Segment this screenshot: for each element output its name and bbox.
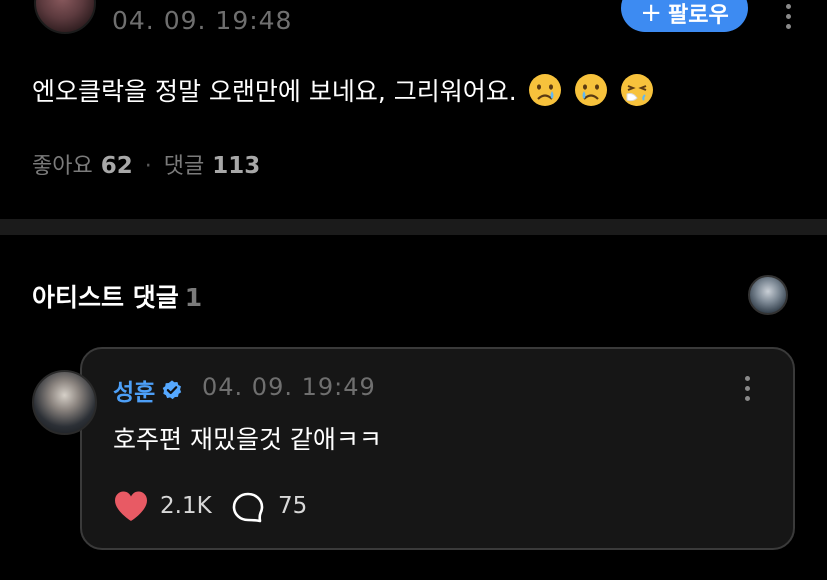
comment-text: 호주편 재밌을것 같애ㅋㅋ — [113, 425, 382, 454]
comment-author-name: 성훈 — [113, 380, 156, 406]
likes-label: 좋아요 — [32, 154, 93, 179]
post-text: 엔오클락을 정말 오랜만에 보네요, 그리워어요. — [32, 77, 517, 106]
artist-comments-title: 아티스트 댓글 1 — [32, 283, 203, 312]
artist-comments-count: 1 — [184, 283, 203, 312]
crying-face-icon — [574, 74, 607, 106]
post-stats: 좋아요 62 · 댓글 113 — [32, 148, 260, 180]
comment-more-options-icon[interactable] — [737, 376, 757, 402]
comments-count[interactable]: 113 — [212, 153, 260, 179]
comment-timestamp: 04. 09. 19:49 — [202, 373, 376, 401]
likes-count[interactable]: 62 — [101, 153, 133, 179]
follow-button[interactable]: + 팔로우 — [621, 0, 748, 32]
post-timestamp: 04. 09. 19:48 — [112, 6, 293, 35]
artist-avatar-small[interactable] — [748, 275, 788, 315]
reply-bubble-icon[interactable] — [231, 491, 265, 525]
post-author-avatar[interactable] — [34, 0, 96, 34]
follow-label: 팔로우 — [668, 3, 729, 28]
comment-reply-count: 75 — [278, 493, 308, 519]
post-body: 엔오클락을 정말 오랜만에 보네요, 그리워어요. — [32, 72, 655, 108]
heart-icon[interactable] — [113, 490, 149, 523]
comment-author-avatar[interactable] — [32, 370, 97, 435]
post-page: 04. 09. 19:48 + 팔로우 엔오클락을 정말 오랜만에 보네요, 그… — [0, 0, 827, 580]
crying-face-icon — [528, 74, 561, 106]
comment-like-count: 2.1K — [160, 493, 212, 519]
plus-icon: + — [640, 0, 663, 28]
stats-separator: · — [144, 154, 152, 179]
comment-author[interactable]: 성훈 — [113, 373, 183, 407]
section-divider — [0, 219, 827, 235]
post-more-options-icon[interactable] — [778, 4, 798, 30]
sneezing-face-icon — [620, 74, 653, 106]
comments-label: 댓글 — [163, 154, 205, 179]
verified-badge-icon — [163, 380, 182, 400]
